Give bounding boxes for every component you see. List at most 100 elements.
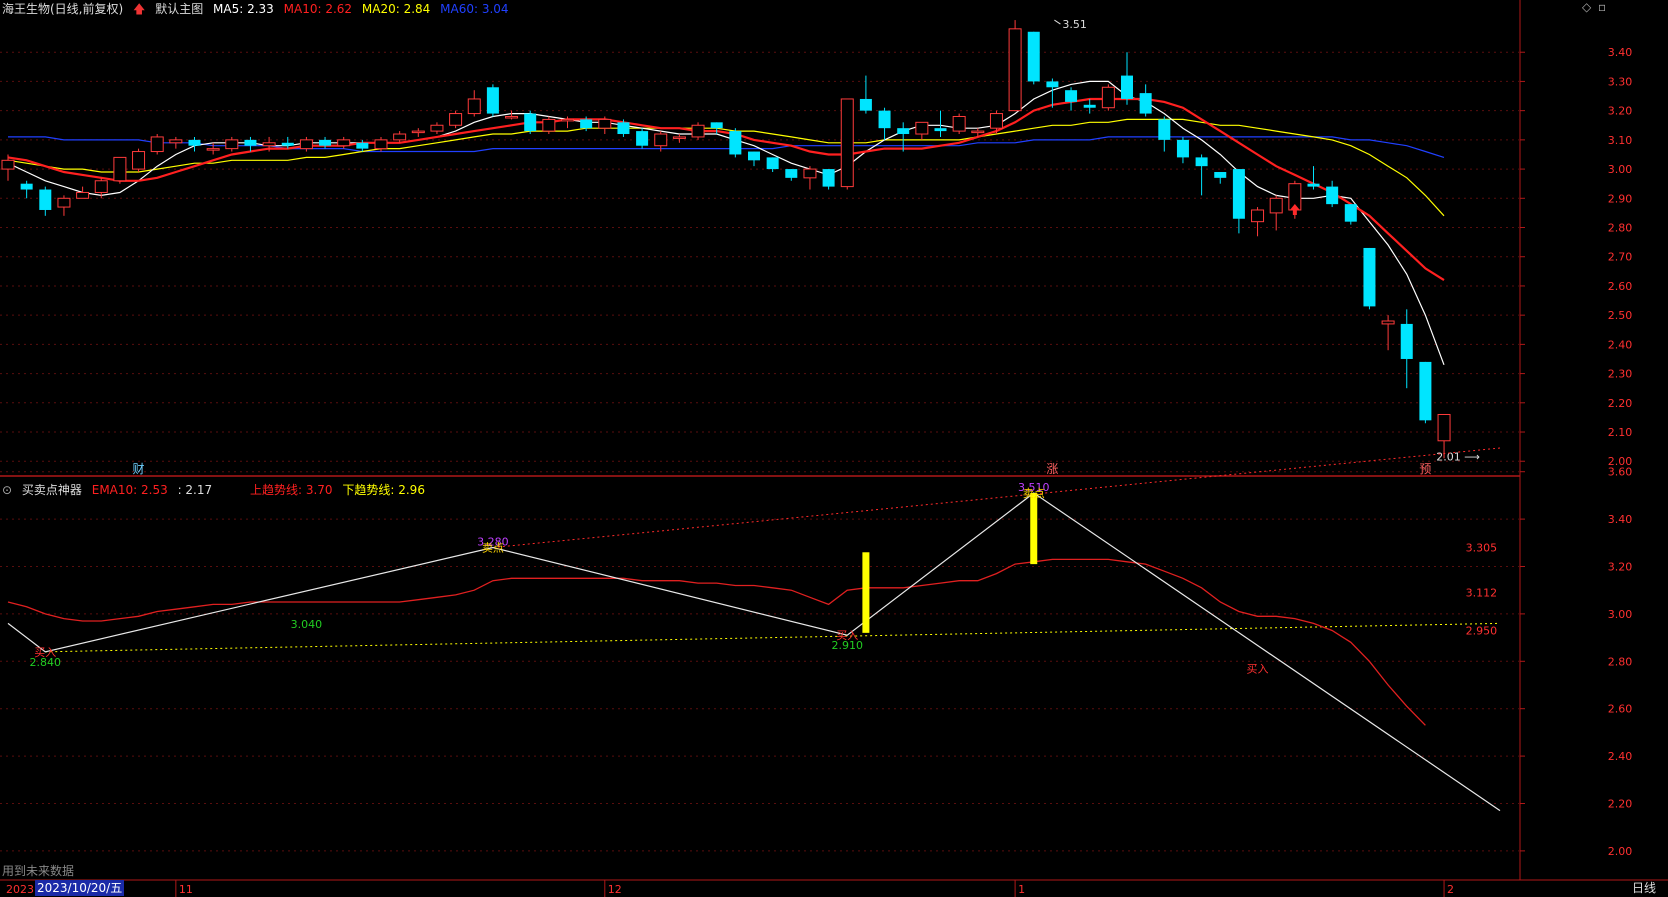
candle (1344, 204, 1357, 225)
candle-body (337, 139, 351, 147)
ind-ytick-label: 2.40 (1608, 750, 1633, 763)
candle (952, 113, 966, 135)
candle-body (1, 159, 15, 170)
candle (299, 136, 313, 152)
candle (672, 134, 686, 143)
candle (1008, 20, 1022, 112)
ind-ytick-label: 2.80 (1608, 655, 1633, 668)
candle-body (1046, 81, 1059, 88)
timeframe-tab[interactable]: 日线 (1632, 880, 1656, 896)
point-value-label: 3.112 (1466, 587, 1498, 600)
ind-ytick-label: 3.60 (1608, 466, 1633, 479)
cursor-date: 2023/10/20/五 (35, 880, 125, 896)
candle-body (20, 183, 33, 190)
template-name[interactable]: 默认主图 (155, 2, 203, 16)
candle (132, 148, 146, 172)
main-ytick-label: 3.20 (1608, 105, 1633, 118)
month-label: 2 (1447, 883, 1454, 896)
candle-body (542, 118, 556, 132)
candle-body (57, 197, 71, 208)
ind-ytick-label: 3.40 (1608, 513, 1633, 526)
ind-ytick-label: 2.60 (1608, 703, 1633, 716)
candle-body (1232, 169, 1245, 219)
candle-body (486, 87, 499, 114)
signal-label: 卖点 (1023, 487, 1045, 500)
signal-label: 买入 (34, 646, 56, 659)
ema10-line (7, 558, 1426, 726)
candle (1065, 87, 1078, 111)
candle (1214, 172, 1227, 184)
candle-body (580, 119, 593, 129)
candle-body (262, 142, 276, 147)
candle-body (1326, 186, 1339, 205)
candle (505, 110, 519, 120)
signal-bar (862, 552, 870, 633)
candle (598, 116, 612, 135)
candle-body (524, 113, 537, 132)
main-ytick-label: 3.00 (1608, 163, 1633, 176)
candle-body (617, 122, 630, 135)
candle (411, 128, 425, 137)
candle-body (561, 118, 574, 122)
candle (225, 136, 239, 152)
candle-body (1158, 119, 1171, 140)
candle (1027, 31, 1040, 85)
candle (822, 169, 835, 190)
stock-title: 海王生物(日线,前复权) (2, 2, 124, 16)
candle (1307, 166, 1320, 190)
value-label: : 2.17 (177, 483, 213, 497)
candle-body (1251, 209, 1265, 223)
candle-body (1307, 183, 1320, 187)
expand-icon[interactable]: ▫ (1598, 0, 1606, 14)
candle-body (1008, 28, 1022, 112)
candle (1251, 207, 1265, 237)
candle (1139, 84, 1152, 117)
candle (1363, 247, 1376, 310)
point-value-label: 2.950 (1466, 624, 1498, 637)
indicator-name[interactable]: 买卖点神器 (22, 483, 82, 497)
candle (1269, 195, 1283, 231)
down-trend-line (45, 622, 1501, 653)
candle-body (897, 128, 910, 135)
candle-body (785, 169, 798, 178)
candle-body (113, 156, 127, 182)
candle-body (934, 128, 947, 132)
zigzag-line (7, 492, 1501, 812)
main-ytick-label: 3.30 (1608, 75, 1633, 88)
candle (934, 110, 947, 137)
candle-body (1083, 104, 1096, 108)
diamond-icon[interactable]: ◇ (1582, 0, 1591, 14)
candle-body (225, 139, 239, 150)
candle (20, 180, 33, 199)
up-arrow-icon[interactable]: 🡅 (133, 2, 145, 16)
candle (1101, 84, 1115, 111)
down-trend-label: 下趋势线: 2.96 (342, 483, 425, 497)
candle (748, 151, 760, 167)
up-trend-label: 上趋势线: 3.70 (249, 483, 333, 497)
high-price-label: 3.51 (1062, 18, 1087, 31)
candle (1326, 180, 1339, 208)
signal-label: 卖点 (482, 542, 504, 555)
candle (840, 98, 854, 190)
candle-body (244, 139, 257, 146)
candle (1158, 116, 1171, 152)
candle-body (393, 133, 407, 141)
candle-body (411, 130, 425, 134)
candle-body (1195, 157, 1208, 167)
candle (636, 128, 649, 149)
candle-body (971, 130, 985, 134)
candle-body (1101, 86, 1115, 109)
candle-body (319, 139, 332, 146)
candle (430, 122, 444, 135)
candle-body (1363, 247, 1376, 307)
main-ytick-label: 2.10 (1608, 426, 1633, 439)
ma20-label: MA20: 2.84 (361, 2, 431, 16)
candle-body (915, 121, 929, 135)
collapse-icon[interactable]: ⊙ (2, 483, 12, 497)
chart-canvas[interactable]: 3.40 3.30 3.20 3.10 3.00 2.90 2.80 2.70 2.60 2.50… (0, 0, 1668, 897)
candle-body (598, 118, 612, 129)
candle (1381, 315, 1395, 351)
event-mark: 涨 (1046, 461, 1058, 476)
month-label: 1 (1018, 883, 1025, 896)
high-pointer (1054, 19, 1061, 25)
